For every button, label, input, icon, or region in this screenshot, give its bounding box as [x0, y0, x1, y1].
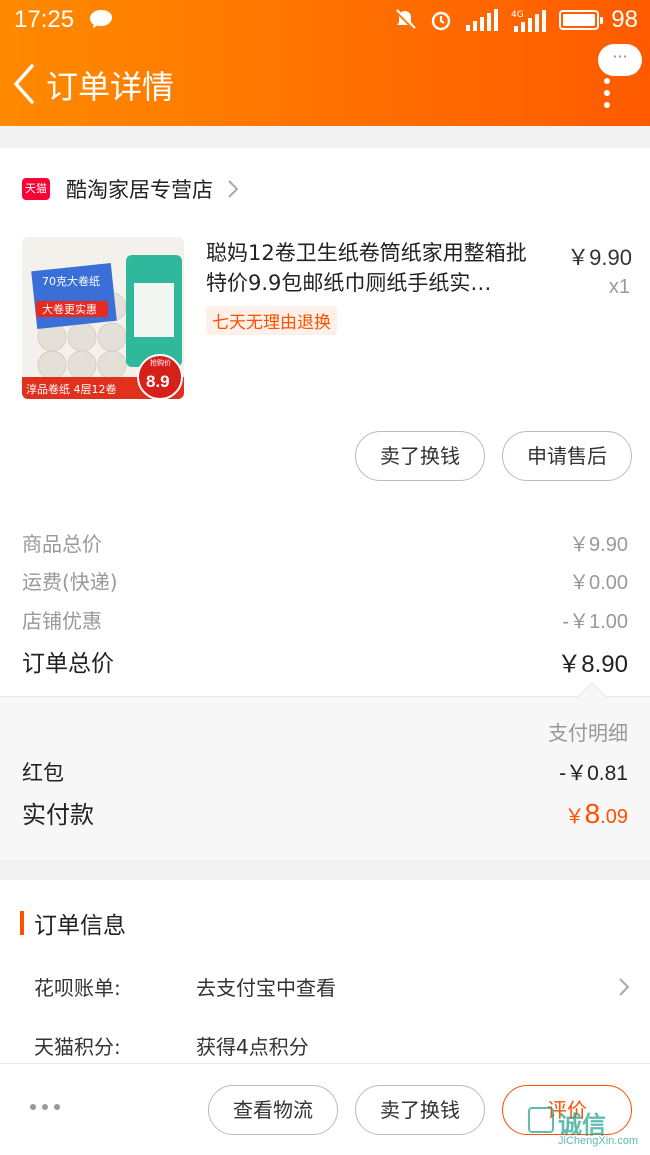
bottom-action-bar: 查看物流 卖了换钱 评价 诚信 JiChengXin.com: [0, 1063, 650, 1155]
site-watermark: 诚信 JiChengXin.com: [528, 1105, 648, 1151]
summary-label: 商品总价: [22, 532, 102, 556]
red-packet-row: 红包 -￥0.81: [22, 757, 628, 787]
status-time: 17:25: [14, 6, 75, 33]
chat-bubble-icon: [90, 10, 112, 28]
huabei-bill-row[interactable]: 花呗账单: 去支付宝中查看: [34, 972, 630, 1001]
order-info-card: 订单信息 花呗账单: 去支付宝中查看 天猫积分: 获得4点积分: [0, 880, 650, 1063]
after-sale-button[interactable]: 申请售后: [502, 431, 632, 481]
summary-row-discount: 店铺优惠 -￥1.00: [22, 605, 628, 634]
shop-header[interactable]: 天猫 酷淘家居专营店: [22, 174, 239, 204]
info-key: 天猫积分:: [34, 1035, 121, 1059]
signal-icon: [466, 9, 499, 31]
img-price-label: 抢购价: [150, 358, 171, 367]
actual-payment-label: 实付款: [22, 801, 94, 829]
return-policy-tag: 七天无理由退换: [206, 306, 337, 335]
caret-up-icon: [577, 681, 607, 711]
status-icons: 4G 98: [393, 6, 638, 34]
toilet-paper-image: 70克大卷纸 大卷更实惠 淳品卷纸 4层12卷 抢购价 8.9: [22, 237, 184, 399]
battery-percent: 98: [611, 6, 638, 33]
page-title: 订单详情: [46, 68, 175, 106]
order-total-row: 订单总价 ￥8.90: [22, 644, 628, 679]
summary-label: 店铺优惠: [22, 609, 102, 633]
payment-detail-box: 支付明细 红包 -￥0.81 实付款 ￥8.09: [0, 681, 650, 860]
info-value: 获得4点积分: [196, 1035, 309, 1059]
tmall-logo-icon: 天猫: [22, 178, 50, 200]
svg-text:4G: 4G: [511, 10, 524, 20]
product-price: ￥9.90: [567, 245, 632, 270]
view-logistics-button[interactable]: 查看物流: [208, 1085, 338, 1135]
watermark-logo-icon: [528, 1107, 554, 1133]
sell-for-cash-button[interactable]: 卖了换钱: [355, 1085, 485, 1135]
img-top-text: 70克大卷纸: [42, 274, 100, 288]
summary-row-shipping: 运费(快递) ￥0.00: [22, 566, 628, 595]
product-title[interactable]: 聪妈12卷卫生纸卷筒纸家用整箱批特价9.9包邮纸巾厕纸手纸实…: [206, 238, 544, 298]
mute-bell-icon: [395, 9, 417, 31]
back-arrow-icon[interactable]: [10, 62, 40, 106]
tmall-points-row: 天猫积分: 获得4点积分: [34, 1031, 630, 1060]
product-quantity: x1: [608, 276, 630, 298]
more-actions-icon[interactable]: [30, 1104, 60, 1110]
actual-payment-row: 实付款 ￥8.09: [22, 795, 628, 830]
actual-payment-value: ￥8.09: [565, 798, 628, 830]
nav-bar: 订单详情 ···: [0, 40, 650, 126]
order-total-value: ￥8.90: [557, 651, 628, 678]
img-price-tag: 8.9: [146, 372, 170, 391]
info-value: 去支付宝中查看: [196, 976, 336, 1000]
summary-label: 运费(快递): [22, 570, 118, 594]
order-total-label: 订单总价: [22, 651, 114, 677]
section-accent-bar: [20, 911, 24, 935]
order-card: 天猫 酷淘家居专营店 70克大卷纸 大卷更实惠 淳品卷纸 4层12卷 抢购价 8…: [0, 148, 650, 860]
sell-for-cash-button[interactable]: 卖了换钱: [355, 431, 485, 481]
signal-4g-icon: 4G: [511, 10, 547, 32]
more-menu-icon[interactable]: [604, 78, 610, 108]
summary-row-goods: 商品总价 ￥9.90: [22, 528, 628, 557]
currency-symbol: ￥: [564, 806, 585, 828]
actual-int: 8: [584, 798, 601, 829]
summary-value: ￥9.90: [569, 534, 628, 556]
order-info-header: 订单信息: [20, 906, 126, 940]
chevron-right-icon: [619, 977, 630, 996]
message-bubble-button[interactable]: ···: [598, 44, 642, 76]
battery-icon: [559, 10, 604, 30]
summary-value: ￥0.00: [569, 572, 628, 594]
red-packet-value: -￥0.81: [559, 762, 628, 785]
product-image[interactable]: 70克大卷纸 大卷更实惠 淳品卷纸 4层12卷 抢购价 8.9: [22, 237, 184, 399]
red-packet-label: 红包: [22, 761, 64, 785]
actual-dec: .09: [600, 806, 628, 828]
section-title: 订单信息: [34, 913, 126, 939]
info-key: 花呗账单:: [34, 976, 121, 1000]
chevron-right-icon: [228, 180, 239, 198]
shop-name: 酷淘家居专营店: [66, 178, 213, 202]
alarm-icon: [432, 11, 451, 31]
img-sub-text: 大卷更实惠: [42, 302, 97, 316]
watermark-sub: JiChengXin.com: [558, 1135, 639, 1147]
status-bar: 17:25 4G 98: [0, 0, 650, 40]
summary-value: -￥1.00: [562, 611, 628, 633]
img-bottom-text: 淳品卷纸 4层12卷: [26, 382, 117, 396]
payment-detail-label[interactable]: 支付明细: [548, 717, 628, 746]
